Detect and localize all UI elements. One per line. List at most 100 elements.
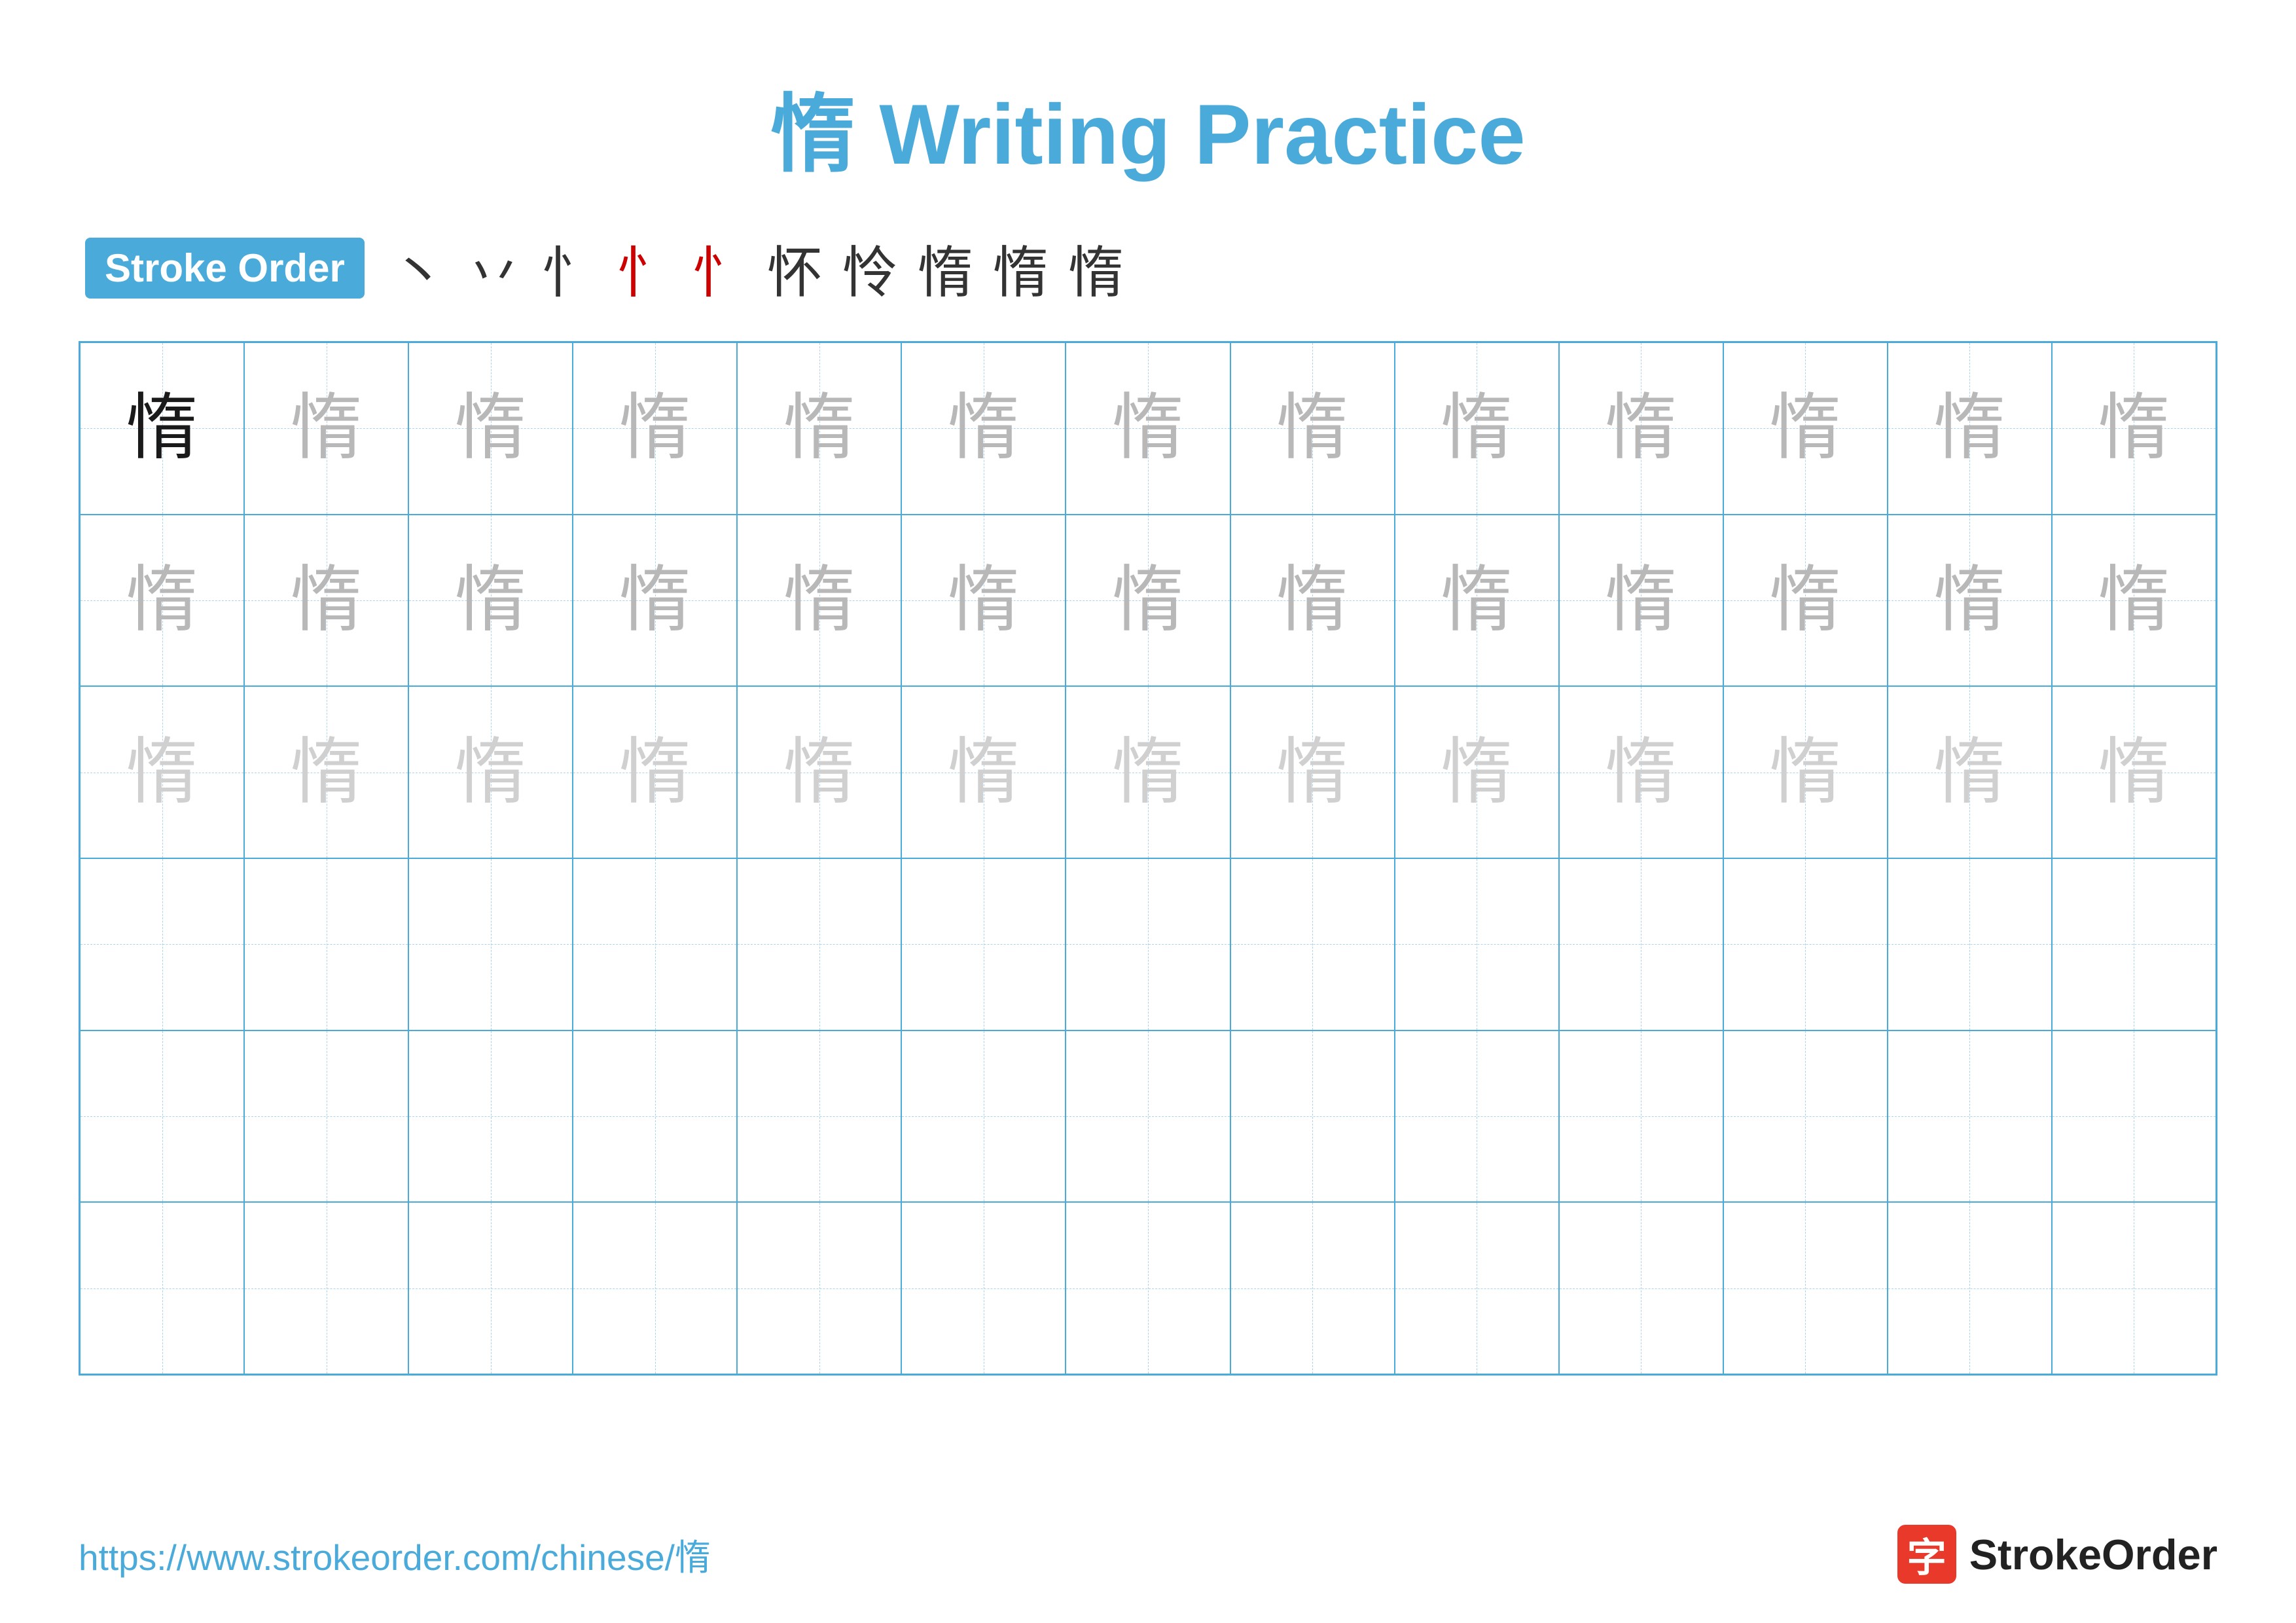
grid-cell[interactable] (737, 1202, 901, 1374)
stroke-order-row: Stroke Order 丶 丷 忄 忄 忄 怀 怜 惰 惰 惰 (79, 228, 2217, 308)
footer-url[interactable]: https://www.strokeorder.com/chinese/惰 (79, 1528, 711, 1580)
grid-cell[interactable] (1559, 1202, 1723, 1374)
grid-cell[interactable]: 惰 (1723, 686, 1888, 858)
grid-cell[interactable] (1230, 858, 1395, 1030)
grid-cell[interactable] (1066, 1030, 1230, 1203)
grid-cell[interactable]: 惰 (80, 686, 244, 858)
grid-cell[interactable]: 惰 (901, 342, 1066, 515)
grid-cell[interactable]: 惰 (901, 515, 1066, 687)
grid-cell[interactable] (1230, 1030, 1395, 1203)
grid-cell[interactable] (1559, 1030, 1723, 1203)
cell-character: 惰 (619, 564, 691, 636)
grid-cell[interactable]: 惰 (1395, 342, 1559, 515)
grid-cell[interactable] (1395, 1030, 1559, 1203)
grid-cell[interactable]: 惰 (2052, 515, 2216, 687)
grid-cell[interactable] (1888, 1202, 2052, 1374)
grid-cell[interactable] (2052, 1202, 2216, 1374)
grid-cell[interactable]: 惰 (1230, 342, 1395, 515)
grid-cell[interactable]: 惰 (573, 686, 737, 858)
grid-cell[interactable]: 惰 (1395, 515, 1559, 687)
cell-character: 惰 (1933, 737, 2005, 809)
grid-cell[interactable]: 惰 (737, 342, 901, 515)
grid-cell[interactable] (1723, 858, 1888, 1030)
grid-cell[interactable]: 惰 (1230, 515, 1395, 687)
stroke-order-badge: Stroke Order (85, 238, 365, 299)
stroke-10: 惰 (1068, 228, 1124, 308)
grid-cell[interactable] (1888, 858, 2052, 1030)
grid-cell[interactable]: 惰 (80, 342, 244, 515)
grid-cell[interactable]: 惰 (737, 686, 901, 858)
grid-cell[interactable] (408, 858, 573, 1030)
grid-cell[interactable] (1230, 1202, 1395, 1374)
grid-cell[interactable] (244, 858, 408, 1030)
grid-cell[interactable]: 惰 (408, 342, 573, 515)
grid-cell[interactable]: 惰 (1723, 515, 1888, 687)
grid-cell[interactable] (2052, 858, 2216, 1030)
grid-cell[interactable]: 惰 (2052, 342, 2216, 515)
cell-character: 惰 (1769, 737, 1841, 809)
grid-cell[interactable]: 惰 (737, 515, 901, 687)
grid-cell[interactable]: 惰 (1888, 515, 2052, 687)
grid-cell[interactable] (408, 1030, 573, 1203)
grid-cell[interactable]: 惰 (244, 515, 408, 687)
grid-cell[interactable] (901, 1202, 1066, 1374)
grid-cell[interactable] (1395, 1202, 1559, 1374)
footer-logo: 字 StrokeOrder (1897, 1525, 2217, 1584)
grid-cell[interactable] (244, 1202, 408, 1374)
cell-character: 惰 (455, 737, 527, 809)
grid-cell[interactable] (80, 1030, 244, 1203)
cell-character: 惰 (783, 737, 855, 809)
cell-character: 惰 (1933, 564, 2005, 636)
cell-character: 惰 (1112, 737, 1184, 809)
grid-cell[interactable] (80, 858, 244, 1030)
grid-cell[interactable]: 惰 (573, 342, 737, 515)
grid-cell[interactable]: 惰 (408, 686, 573, 858)
grid-cell[interactable] (1395, 858, 1559, 1030)
grid-cell[interactable]: 惰 (1559, 515, 1723, 687)
stroke-5: 忄 (692, 228, 747, 308)
grid-cell[interactable]: 惰 (1066, 342, 1230, 515)
logo-char: 字 (1907, 1526, 1946, 1583)
cell-character: 惰 (291, 564, 363, 636)
grid-cell[interactable] (737, 1030, 901, 1203)
grid-cell[interactable]: 惰 (1395, 686, 1559, 858)
cell-character: 惰 (1276, 737, 1348, 809)
grid-cell[interactable]: 惰 (901, 686, 1066, 858)
grid-cell[interactable] (573, 1202, 737, 1374)
grid-cell[interactable]: 惰 (1559, 686, 1723, 858)
cell-character: 惰 (948, 737, 1020, 809)
page-title: 惰 Writing Practice (79, 65, 2217, 189)
grid-cell[interactable] (1066, 1202, 1230, 1374)
grid-cell[interactable]: 惰 (1559, 342, 1723, 515)
grid-cell[interactable] (1066, 858, 1230, 1030)
grid-cell[interactable]: 惰 (1888, 342, 2052, 515)
grid-cell[interactable]: 惰 (80, 515, 244, 687)
grid-cell[interactable] (1723, 1030, 1888, 1203)
grid-cell[interactable] (901, 1030, 1066, 1203)
grid-cell[interactable]: 惰 (2052, 686, 2216, 858)
grid-cell[interactable] (573, 1030, 737, 1203)
grid-cell[interactable]: 惰 (1723, 342, 1888, 515)
grid-cell[interactable]: 惰 (1066, 515, 1230, 687)
grid-cell[interactable] (1888, 1030, 2052, 1203)
logo-icon: 字 (1897, 1525, 1956, 1584)
grid-cell[interactable]: 惰 (244, 342, 408, 515)
grid-cell[interactable] (573, 858, 737, 1030)
grid-cell[interactable]: 惰 (1230, 686, 1395, 858)
grid-cell[interactable]: 惰 (244, 686, 408, 858)
grid-cell[interactable] (244, 1030, 408, 1203)
grid-cell[interactable]: 惰 (1888, 686, 2052, 858)
grid-cell[interactable] (901, 858, 1066, 1030)
cell-character: 惰 (2098, 737, 2170, 809)
grid-cell[interactable] (2052, 1030, 2216, 1203)
stroke-4: 忄 (617, 228, 672, 308)
grid-cell[interactable] (1723, 1202, 1888, 1374)
cell-character: 惰 (619, 392, 691, 464)
grid-cell[interactable] (737, 858, 901, 1030)
grid-cell[interactable]: 惰 (408, 515, 573, 687)
grid-cell[interactable]: 惰 (1066, 686, 1230, 858)
grid-cell[interactable] (408, 1202, 573, 1374)
grid-cell[interactable]: 惰 (573, 515, 737, 687)
grid-cell[interactable] (1559, 858, 1723, 1030)
grid-cell[interactable] (80, 1202, 244, 1374)
